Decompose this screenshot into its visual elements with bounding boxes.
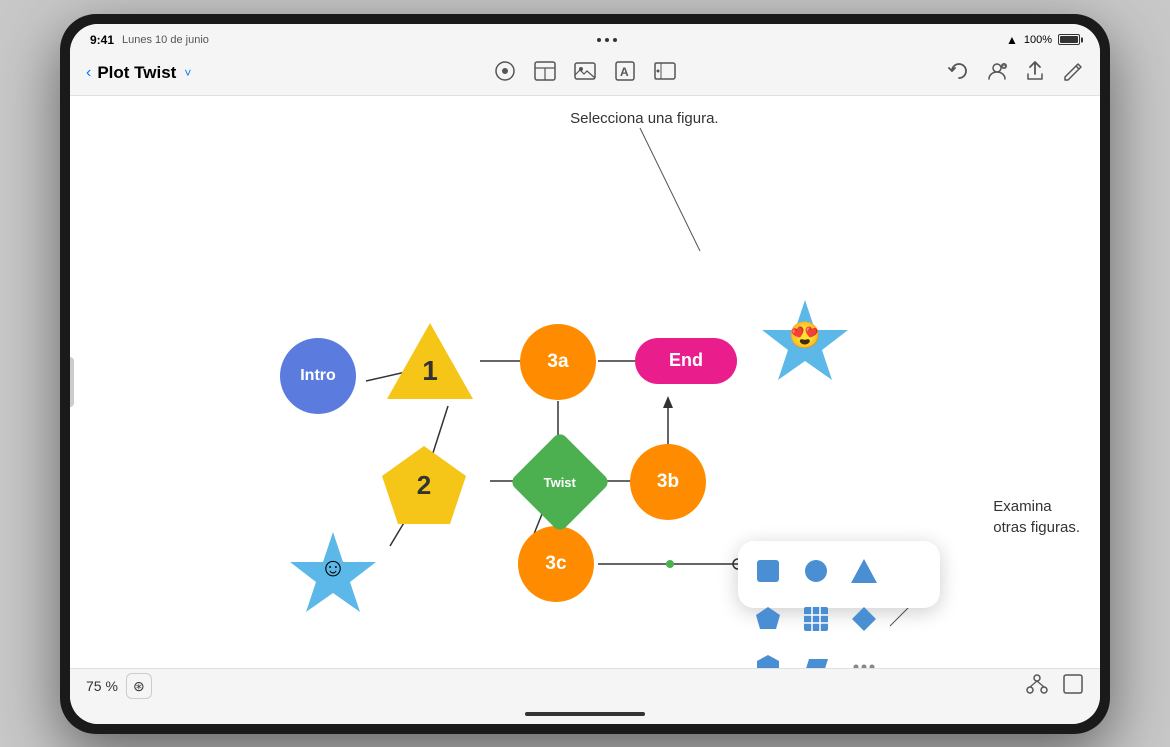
node-star2[interactable]: ☺ [288, 528, 378, 614]
node-twist[interactable]: Twist [520, 442, 600, 522]
table-tool-icon[interactable] [534, 61, 556, 86]
back-button[interactable]: ‹ [86, 64, 91, 82]
node-end[interactable]: End [635, 338, 737, 384]
toolbar-center: A [246, 60, 924, 87]
svg-text:A: A [620, 65, 629, 79]
node-star1[interactable]: 😍 [760, 296, 850, 382]
shape-btn-diamond[interactable] [844, 599, 884, 639]
node-intro[interactable]: Intro [280, 338, 356, 414]
collaborate-icon[interactable]: + [986, 60, 1008, 87]
canvas-area[interactable]: Selecciona una figura. Examina otras fig… [70, 96, 1100, 668]
toolbar-left: ‹ Plot Twist ˅ [86, 63, 246, 83]
title-chevron-icon[interactable]: ˅ [184, 66, 191, 80]
shape-btn-grid[interactable] [796, 599, 836, 639]
document-title[interactable]: Plot Twist [97, 63, 176, 83]
node-2-label: 2 [417, 470, 431, 501]
status-date: Lunes 10 de junio [122, 34, 209, 46]
shape-btn-pentagon[interactable] [748, 599, 788, 639]
wifi-icon: ▲ [1006, 33, 1018, 47]
ipad-screen: 9:41 Lunes 10 de junio ▲ 100% ‹ Plot Twi… [70, 24, 1100, 724]
node-intro-label: Intro [300, 367, 336, 385]
node-star1-emoji: 😍 [789, 320, 821, 351]
page-view-icon[interactable] [1062, 673, 1084, 700]
node-end-label: End [669, 350, 703, 371]
share-icon[interactable] [1024, 60, 1046, 87]
shape-panel [738, 541, 940, 608]
node-star2-emoji: ☺ [320, 552, 347, 583]
image-tool-icon[interactable] [574, 60, 596, 87]
battery-icon [1058, 34, 1080, 45]
bottom-right-icons [1026, 673, 1084, 700]
node-1-label: 1 [422, 355, 438, 387]
home-indicator [70, 704, 1100, 724]
node-3b[interactable]: 3b [630, 444, 706, 520]
structure-view-icon[interactable] [1026, 673, 1048, 700]
shape-btn-square[interactable] [748, 551, 788, 591]
undo-icon[interactable] [948, 60, 970, 87]
side-tab[interactable] [70, 357, 74, 407]
status-right: ▲ 100% [1006, 33, 1080, 47]
battery-percent: 100% [1024, 34, 1052, 46]
node-2[interactable]: 2 [380, 444, 468, 528]
annotation-top: Selecciona una figura. [570, 110, 718, 127]
shape-btn-parallelogram[interactable] [796, 647, 836, 668]
toolbar: ‹ Plot Twist ˅ [70, 52, 1100, 96]
node-3a-label: 3a [547, 351, 568, 373]
ipad-frame: 9:41 Lunes 10 de junio ▲ 100% ‹ Plot Twi… [60, 14, 1110, 734]
media-tool-icon[interactable] [654, 60, 676, 87]
zoom-badge-icon: ⊛ [133, 678, 145, 695]
edit-icon[interactable] [1062, 60, 1084, 87]
annotation-right-line1: Examina [993, 498, 1051, 515]
node-3c-label: 3c [545, 553, 566, 575]
home-bar [525, 712, 645, 716]
shape-btn-hexagon[interactable] [748, 647, 788, 668]
annotation-right: Examina otras figuras. [993, 496, 1080, 538]
shape-btn-circle[interactable] [796, 551, 836, 591]
shape-btn-triangle[interactable] [844, 551, 884, 591]
zoom-level: 75 % [86, 678, 118, 694]
status-dots [597, 38, 617, 42]
annotation-right-line2: otras figuras. [993, 519, 1080, 536]
text-tool-icon[interactable]: A [614, 60, 636, 87]
status-bar: 9:41 Lunes 10 de junio ▲ 100% [70, 24, 1100, 52]
node-3b-label: 3b [657, 471, 679, 493]
svg-text:+: + [1003, 64, 1006, 70]
node-3a[interactable]: 3a [520, 324, 596, 400]
zoom-info: 75 % ⊛ [86, 673, 152, 699]
node-twist-label: Twist [544, 474, 576, 489]
toolbar-right: + [924, 60, 1084, 87]
node-1[interactable]: 1 [385, 321, 475, 401]
node-3c[interactable]: 3c [518, 526, 594, 602]
shape-tool-icon[interactable] [494, 60, 516, 87]
shape-btn-more[interactable] [844, 647, 884, 668]
zoom-badge[interactable]: ⊛ [126, 673, 152, 699]
status-time: 9:41 [90, 33, 114, 47]
bottom-bar: 75 % ⊛ [70, 668, 1100, 704]
